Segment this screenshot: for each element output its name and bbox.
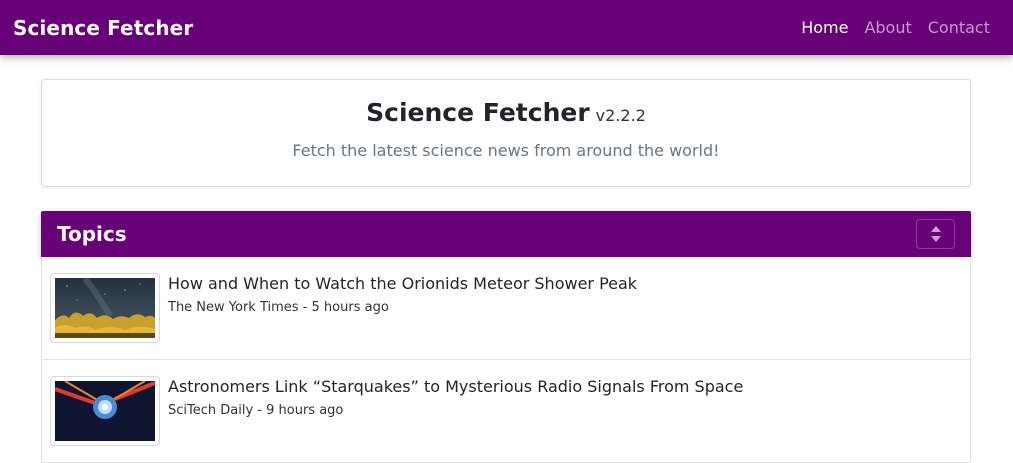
main-container: Science Fetcher v2.2.2 Fetch the latest s… xyxy=(41,79,971,463)
nav-home-link[interactable]: Home xyxy=(801,18,848,37)
news-thumbnail[interactable] xyxy=(50,273,160,343)
topics-header: Topics xyxy=(41,211,971,257)
page-subtitle: Fetch the latest science news from aroun… xyxy=(292,141,720,160)
header-card: Science Fetcher v2.2.2 Fetch the latest s… xyxy=(41,79,971,187)
news-text: Astronomers Link “Starquakes” to Mysteri… xyxy=(168,376,743,418)
news-thumbnail[interactable] xyxy=(50,376,160,446)
page-title: Science Fetcher v2.2.2 xyxy=(366,98,646,127)
version-label: v2.2.2 xyxy=(595,106,646,125)
topics-card: Topics How and When to Watch the Orionid… xyxy=(41,211,971,463)
news-list: How and When to Watch the Orionids Meteo… xyxy=(41,257,971,463)
night-sky-forest-image xyxy=(55,278,155,338)
news-meta: The New York Times - 5 hours ago xyxy=(168,300,389,315)
brand-link[interactable]: Science Fetcher xyxy=(13,16,193,40)
sort-icon xyxy=(930,226,941,242)
news-title[interactable]: Astronomers Link “Starquakes” to Mysteri… xyxy=(168,376,743,398)
news-item[interactable]: Astronomers Link “Starquakes” to Mysteri… xyxy=(42,360,970,463)
news-item[interactable]: How and When to Watch the Orionids Meteo… xyxy=(42,257,970,360)
navbar: Science Fetcher Home About Contact xyxy=(0,0,1013,55)
neutron-star-burst-image xyxy=(55,381,155,441)
page-title-text: Science Fetcher xyxy=(366,98,590,127)
news-title[interactable]: How and When to Watch the Orionids Meteo… xyxy=(168,273,637,295)
sort-toggle-button[interactable] xyxy=(916,219,955,249)
topics-title: Topics xyxy=(57,222,127,246)
nav-links: Home About Contact xyxy=(801,18,990,37)
news-text: How and When to Watch the Orionids Meteo… xyxy=(168,273,637,315)
nav-contact-link[interactable]: Contact xyxy=(928,18,990,37)
nav-about-link[interactable]: About xyxy=(864,18,911,37)
